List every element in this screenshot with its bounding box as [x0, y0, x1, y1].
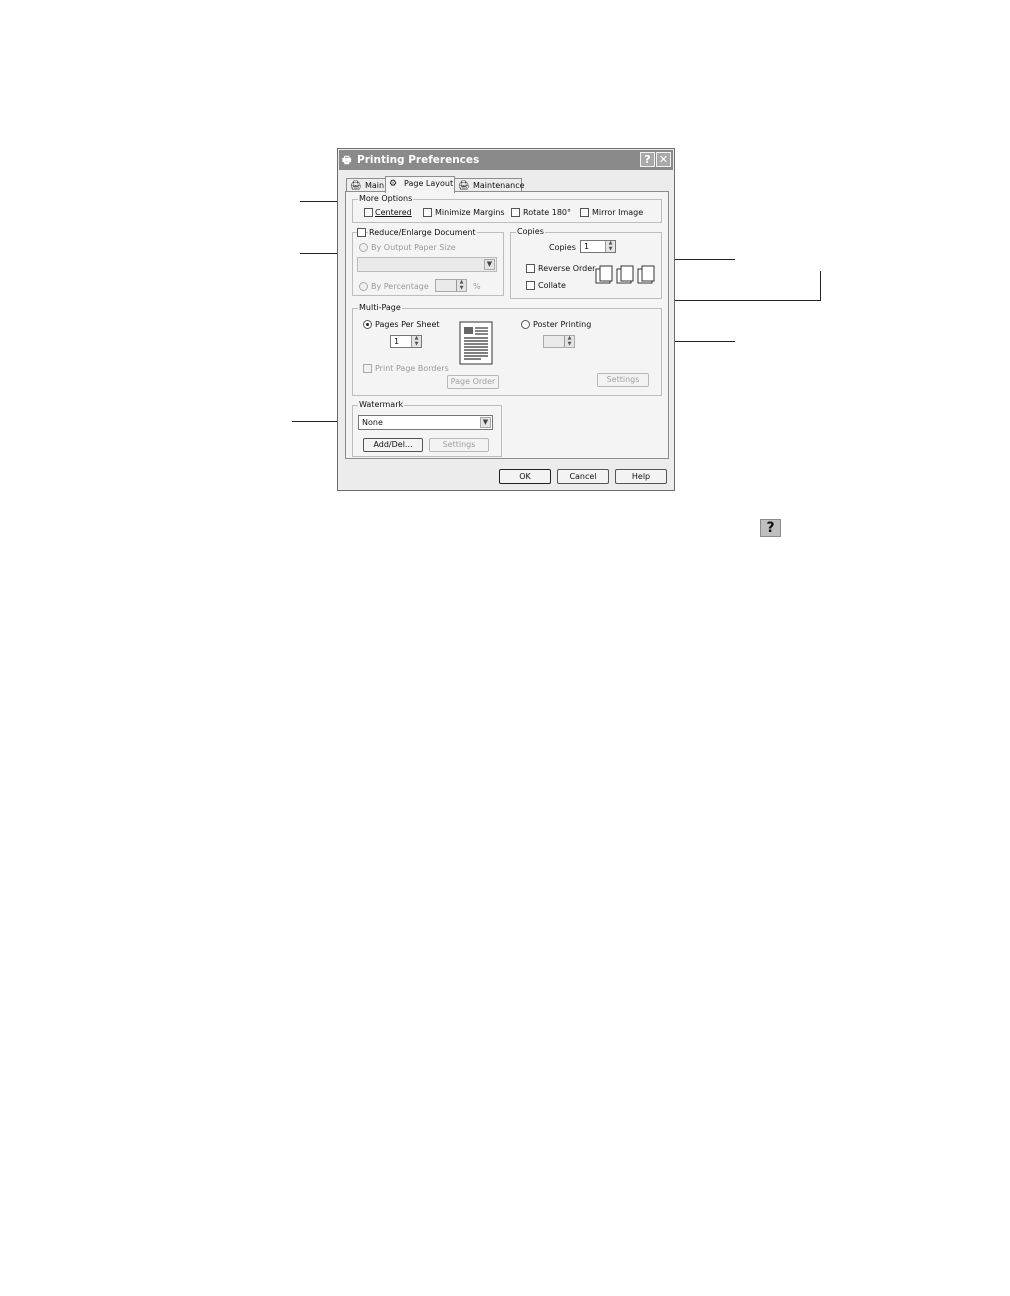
- printer-icon: 🖶: [342, 154, 352, 166]
- collate-pages-icon: [593, 265, 655, 285]
- watermark-label: Watermark: [358, 399, 405, 410]
- minimize-margins-label: Minimize Margins: [435, 208, 505, 217]
- copies-spinner[interactable]: 1 ▲ ▼: [580, 240, 616, 253]
- reduce-enlarge-checkbox[interactable]: [357, 228, 366, 237]
- callout-line-multipage-v: [820, 271, 821, 301]
- copies-group-label: Copies: [516, 226, 545, 237]
- reverse-order-checkbox[interactable]: [526, 264, 535, 273]
- more-options-group: More Options Centered Minimize Margins R…: [352, 193, 662, 223]
- by-percentage-label: By Percentage: [371, 282, 429, 291]
- page-layout-panel: More Options Centered Minimize Margins R…: [345, 191, 669, 459]
- rotate-180-checkbox[interactable]: [511, 208, 520, 217]
- rotate-180-label: Rotate 180°: [523, 208, 572, 217]
- more-options-label: More Options: [358, 193, 414, 204]
- page-preview-icon: [459, 321, 493, 365]
- pages-per-sheet-label: Pages Per Sheet: [375, 320, 440, 329]
- watermark-select[interactable]: None ▼: [358, 415, 493, 430]
- title-bar: 🖶 Printing Preferences ? ✕: [339, 150, 673, 170]
- reverse-order-label: Reverse Order: [538, 264, 596, 273]
- centered-label: Centered: [375, 208, 412, 217]
- title-help-button[interactable]: ?: [640, 152, 655, 167]
- tab-main-label: Main: [365, 181, 385, 190]
- tab-maintenance-label: Maintenance: [473, 181, 525, 190]
- spinner-arrows-icon: ▲ ▼: [456, 279, 466, 291]
- spinner-arrows-icon: ▲ ▼: [605, 240, 615, 252]
- help-question-icon: ?: [760, 519, 781, 537]
- pages-per-sheet-spinner[interactable]: 1 ▲ ▼: [390, 335, 422, 348]
- poster-printing-label: Poster Printing: [533, 320, 592, 329]
- copies-group: Copies Copies 1 ▲ ▼ Reverse Order Collate: [510, 226, 662, 299]
- by-output-paper-size-radio[interactable]: [359, 243, 368, 252]
- add-del-button[interactable]: Add/Del...: [363, 438, 423, 452]
- pages-per-sheet-value: 1: [394, 337, 400, 346]
- collate-checkbox[interactable]: [526, 281, 535, 290]
- copies-label: Copies: [549, 243, 576, 252]
- window-title: Printing Preferences: [357, 154, 480, 166]
- ok-button[interactable]: OK: [499, 469, 551, 484]
- percent-sign: %: [473, 282, 481, 291]
- watermark-settings-button[interactable]: Settings: [429, 438, 489, 452]
- watermark-selected-value: None: [362, 418, 383, 427]
- centered-checkbox[interactable]: [364, 208, 373, 217]
- pages-per-sheet-radio[interactable]: [363, 320, 372, 329]
- copies-value: 1: [584, 242, 590, 251]
- reduce-enlarge-group: Reduce/Enlarge Document By Output Paper …: [352, 227, 504, 296]
- page-layout-icon: ⚙: [389, 179, 398, 189]
- print-page-borders-label: Print Page Borders: [375, 364, 449, 373]
- spinner-arrows-icon: ▲ ▼: [564, 335, 574, 347]
- multi-page-group: Multi-Page Pages Per Sheet 1 ▲ ▼ Poster …: [352, 302, 662, 396]
- poster-settings-button[interactable]: Settings: [597, 373, 649, 387]
- collate-label: Collate: [538, 281, 566, 290]
- multi-page-label: Multi-Page: [358, 302, 402, 313]
- by-output-paper-size-label: By Output Paper Size: [371, 243, 456, 252]
- minimize-margins-checkbox[interactable]: [423, 208, 432, 217]
- chevron-down-icon: ▼: [484, 259, 495, 270]
- poster-printing-radio[interactable]: [521, 320, 530, 329]
- watermark-group: Watermark None ▼ Add/Del... Settings: [352, 399, 502, 457]
- cancel-button[interactable]: Cancel: [557, 469, 609, 484]
- tab-main[interactable]: 🖨 Main: [346, 178, 386, 192]
- mirror-image-checkbox[interactable]: [580, 208, 589, 217]
- tab-page-layout-label: Page Layout: [404, 179, 454, 188]
- printing-preferences-dialog: 🖶 Printing Preferences ? ✕ 🖨 Main ⚙ Page…: [337, 148, 675, 491]
- page-order-button[interactable]: Page Order: [447, 375, 499, 389]
- poster-spinner[interactable]: ▲ ▼: [543, 335, 575, 348]
- print-page-borders-checkbox[interactable]: [363, 364, 372, 373]
- percentage-spinner[interactable]: ▲ ▼: [435, 279, 467, 292]
- by-percentage-radio[interactable]: [359, 282, 368, 291]
- help-button[interactable]: Help: [615, 469, 667, 484]
- tab-maintenance[interactable]: 🖨 Maintenance: [454, 178, 525, 192]
- chevron-down-icon: ▼: [480, 417, 491, 428]
- spinner-arrows-icon: ▲ ▼: [411, 335, 421, 347]
- tab-page-layout[interactable]: ⚙ Page Layout: [385, 176, 455, 193]
- title-close-button[interactable]: ✕: [656, 152, 671, 167]
- reduce-enlarge-label: Reduce/Enlarge Document: [368, 227, 477, 238]
- output-paper-size-select[interactable]: ▼: [357, 257, 497, 272]
- mirror-image-label: Mirror Image: [592, 208, 644, 217]
